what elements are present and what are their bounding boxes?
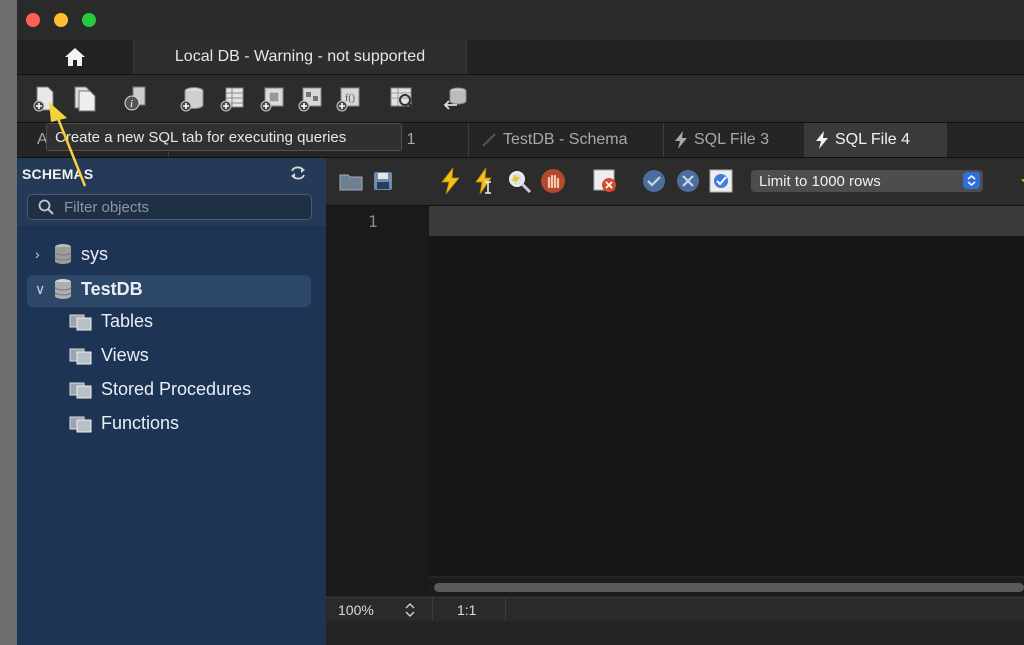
tree-item-functions[interactable]: Functions — [17, 407, 326, 439]
line-number: 1 — [368, 212, 378, 231]
chevron-down-icon[interactable]: ∨ — [35, 281, 47, 298]
connection-tab[interactable]: Local DB - Warning - not supported — [134, 40, 467, 74]
close-window-button[interactable] — [26, 13, 40, 27]
tab-sql-file-4[interactable]: SQL File 4 — [805, 123, 947, 157]
title-bar — [17, 0, 1024, 40]
stop-icon[interactable] — [540, 168, 566, 194]
limit-rows-select[interactable]: Limit to 1000 rows — [751, 170, 983, 192]
tooltip-text: Create a new SQL tab for executing queri… — [55, 129, 347, 146]
home-tab[interactable] — [17, 40, 134, 74]
chevron-updown-icon[interactable] — [404, 602, 416, 618]
schema-row-testdb[interactable]: ∨ TestDB — [17, 273, 326, 305]
connection-tab-bar: Local DB - Warning - not supported — [17, 40, 1024, 75]
tree-item-label: Tables — [101, 310, 154, 331]
create-schema-icon[interactable] — [177, 83, 207, 113]
folder-icon — [69, 314, 92, 331]
chevron-updown-icon[interactable] — [963, 172, 980, 189]
refresh-schemas-icon[interactable] — [289, 165, 307, 181]
tree-item-label: Functions — [101, 412, 180, 433]
tooltip: Create a new SQL tab for executing queri… — [46, 123, 402, 151]
desktop-edge — [0, 0, 17, 645]
home-icon — [65, 48, 85, 66]
cursor-position-text: 1:1 — [457, 602, 477, 618]
line-number-gutter: 1 — [326, 206, 429, 596]
execute-icon[interactable] — [440, 168, 460, 194]
tree-item-label: Views — [101, 344, 149, 365]
search-table-data-icon[interactable] — [387, 83, 417, 113]
main-toolbar: i f() — [17, 75, 1024, 123]
database-icon — [54, 244, 72, 264]
current-line-highlight — [429, 206, 1024, 236]
create-function-icon[interactable]: f() — [333, 83, 363, 113]
chevron-right-icon[interactable]: › — [35, 246, 47, 262]
schema-row-sys[interactable]: › sys — [17, 238, 326, 270]
zoom-level: 100% — [338, 602, 374, 618]
tree-item-label: Stored Procedures — [101, 378, 252, 399]
arrow-annotation-icon — [49, 102, 87, 187]
tab-testdb-schema[interactable]: TestDB - Schema — [469, 123, 664, 157]
reconnect-icon[interactable] — [441, 83, 471, 113]
schema-name: TestDB — [81, 278, 143, 299]
search-icon — [38, 199, 54, 215]
folder-icon — [69, 348, 92, 365]
workbench-window: Local DB - Warning - not supported i f()… — [17, 0, 1024, 645]
schema-tab-icon — [482, 133, 496, 147]
schema-inspector-icon[interactable]: i — [121, 83, 151, 113]
save-icon[interactable] — [373, 171, 393, 191]
create-procedure-icon[interactable] — [295, 83, 325, 113]
tab-label: SQL File 4 — [835, 131, 910, 148]
filter-objects-input[interactable] — [62, 197, 306, 217]
explain-icon[interactable] — [506, 168, 532, 194]
tab-label: SQL File 3 — [694, 131, 769, 148]
create-view-icon[interactable] — [257, 83, 287, 113]
create-table-icon[interactable] — [217, 83, 247, 113]
lightning-icon — [816, 131, 828, 149]
autocommit-icon[interactable] — [708, 168, 734, 194]
svg-text:i: i — [130, 98, 133, 110]
folder-icon — [69, 416, 92, 433]
tree-item-views[interactable]: Views — [17, 339, 326, 371]
bottom-panel — [326, 621, 1024, 645]
sql-code-editor[interactable] — [429, 206, 1024, 576]
execute-current-statement-icon[interactable] — [474, 168, 496, 194]
open-file-icon[interactable] — [339, 171, 363, 191]
rollback-icon[interactable] — [676, 169, 700, 193]
folder-icon — [69, 382, 92, 399]
lightning-icon — [675, 131, 687, 149]
tab-label: TestDB - Schema — [503, 131, 628, 148]
scrollbar-thumb[interactable] — [434, 583, 1024, 592]
editor-status-bar: 100% 1:1 — [326, 597, 1024, 622]
minimize-window-button[interactable] — [54, 13, 68, 27]
svg-text:f(): f() — [345, 93, 355, 104]
database-icon — [54, 279, 72, 299]
schema-name: sys — [81, 243, 108, 264]
limit-rows-value: Limit to 1000 rows — [759, 172, 881, 190]
zoom-window-button[interactable] — [82, 13, 96, 27]
tree-item-stored-procedures[interactable]: Stored Procedures — [17, 373, 326, 405]
commit-icon[interactable] — [642, 169, 666, 193]
toggle-continue-on-error-icon[interactable] — [592, 168, 618, 194]
tab-sql-file-3[interactable]: SQL File 3 — [664, 123, 805, 157]
zoom-select[interactable]: 100% — [326, 598, 433, 622]
connection-tab-label: Local DB - Warning - not supported — [174, 48, 426, 65]
filter-objects-field[interactable] — [27, 194, 312, 220]
cursor-position: 1:1 — [433, 598, 506, 622]
tree-item-tables[interactable]: Tables — [17, 305, 326, 337]
